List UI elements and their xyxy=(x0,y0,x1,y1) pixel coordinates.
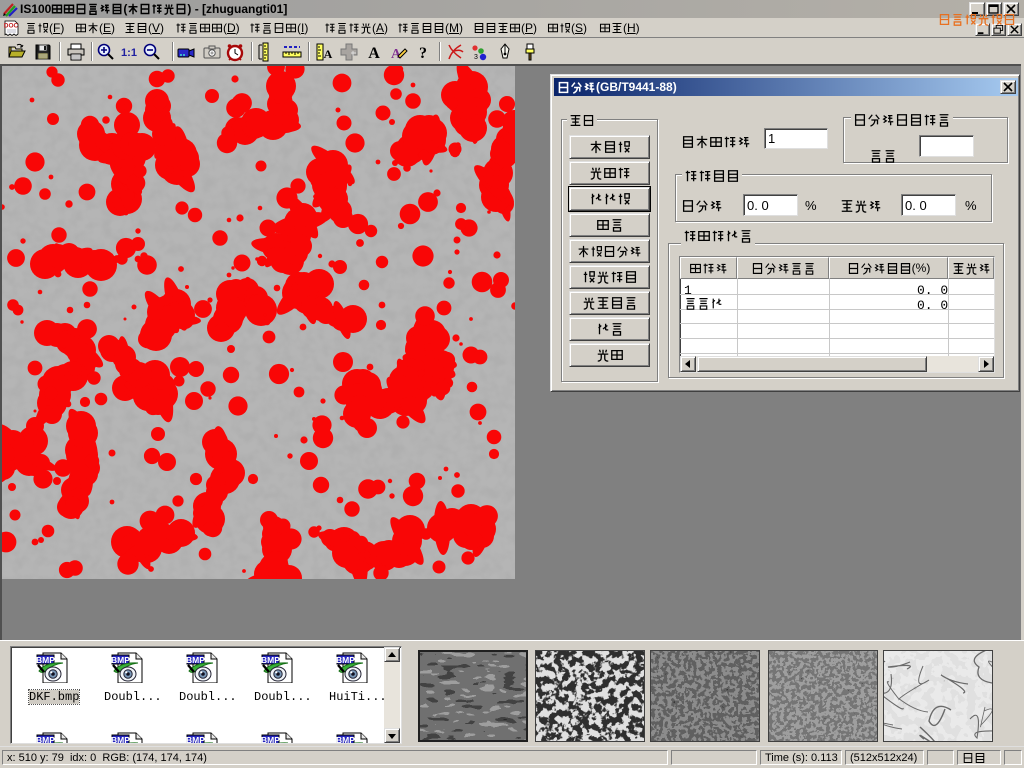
svg-text:1:1: 1:1 xyxy=(121,47,137,59)
svg-text:BMP: BMP xyxy=(36,735,55,744)
svg-text:?: ? xyxy=(419,45,427,62)
svg-text:BMP: BMP xyxy=(111,735,130,744)
svg-text:BMP: BMP xyxy=(336,735,355,744)
svg-text:3: 3 xyxy=(474,54,478,61)
svg-text:A: A xyxy=(324,47,333,61)
svg-text:BMP: BMP xyxy=(186,735,205,744)
svg-text:A: A xyxy=(368,45,380,62)
svg-text:BMP: BMP xyxy=(261,735,280,744)
svg-text:DOC: DOC xyxy=(4,23,19,30)
